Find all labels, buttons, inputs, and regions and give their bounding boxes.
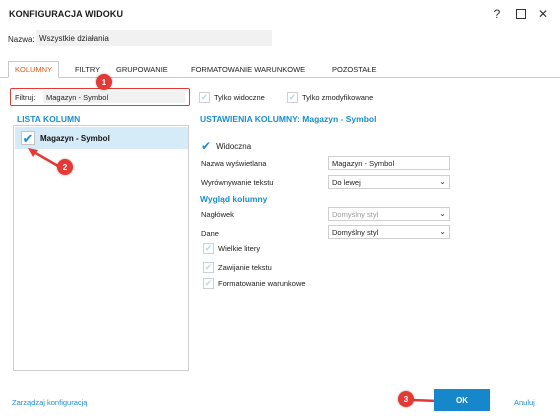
uppercase-option[interactable]: ✔ Wielkie litery (203, 243, 260, 254)
tab-grouping[interactable]: GRUPOWANIE (116, 61, 168, 78)
column-visible-checkbox[interactable]: ✔ (21, 131, 35, 145)
check-icon: ✔ (204, 262, 213, 272)
chevron-down-icon: ⌄ (439, 209, 446, 218)
column-list-title: LISTA KOLUMN (17, 114, 81, 124)
text-align-label: Wyrównywanie tekstu (201, 178, 274, 187)
only-visible-checkbox[interactable]: ✔ (199, 92, 210, 103)
check-icon: ✔ (204, 278, 213, 288)
conditional-formatting-option[interactable]: ✔ Formatowanie warunkowe (203, 278, 306, 289)
filter-label: Filtruj: (15, 93, 36, 102)
wrap-text-checkbox[interactable]: ✔ (203, 262, 214, 273)
text-align-select[interactable]: Do lewej ⌄ (328, 175, 450, 189)
cancel-link[interactable]: Anuluj (514, 398, 535, 407)
header-style-value: Domyślny styl (332, 209, 379, 219)
tab-bar: KOLUMNY FILTRY GRUPOWANIE FORMATOWANIE W… (0, 61, 560, 78)
only-modified-label: Tylko zmodyfikowane (302, 93, 374, 102)
tab-columns[interactable]: KOLUMNY (8, 61, 60, 78)
check-icon: ✔ (200, 92, 209, 102)
header-style-label: Nagłówek (201, 210, 234, 219)
uppercase-checkbox[interactable]: ✔ (203, 243, 214, 254)
data-style-select[interactable]: Domyślny styl ⌄ (328, 225, 450, 239)
uppercase-label: Wielkie litery (218, 244, 261, 253)
tab-filters[interactable]: FILTRY (75, 61, 100, 78)
tab-conditional-formatting[interactable]: FORMATOWANIE WARUNKOWE (191, 61, 305, 78)
visible-label: Widoczna (216, 141, 252, 151)
conditional-formatting-checkbox[interactable]: ✔ (203, 278, 214, 289)
display-name-label: Nazwa wyświetlana (201, 159, 267, 168)
check-icon: ✔ (288, 92, 297, 102)
visible-option[interactable]: ✔ Widoczna (201, 140, 251, 152)
list-item[interactable]: ✔ Magazyn - Symbol (15, 127, 188, 149)
name-input[interactable] (36, 30, 272, 46)
data-style-value: Domyślny styl (332, 227, 379, 237)
list-item-label: Magazyn - Symbol (40, 133, 110, 143)
header-style-select[interactable]: Domyślny styl ⌄ (328, 207, 450, 221)
only-visible-option[interactable]: ✔ Tylko widoczne (199, 92, 265, 103)
only-modified-option[interactable]: ✔ Tylko zmodyfikowane (287, 92, 373, 103)
column-list: ✔ Magazyn - Symbol (13, 125, 189, 371)
display-name-value: Magazyn - Symbol (332, 158, 395, 168)
text-align-value: Do lewej (332, 177, 361, 187)
check-icon: ✔ (22, 130, 34, 146)
help-button[interactable]: ? (488, 5, 506, 23)
chevron-down-icon: ⌄ (439, 177, 446, 186)
annotation-badge-1: 1 (96, 74, 112, 90)
wrap-text-option[interactable]: ✔ Zawijanie tekstu (203, 262, 272, 273)
check-icon: ✔ (204, 243, 213, 253)
chevron-down-icon: ⌄ (439, 227, 446, 236)
only-visible-label: Tylko widoczne (214, 93, 265, 102)
manage-configuration-link[interactable]: Zarządzaj konfiguracją (12, 398, 87, 407)
column-appearance-title: Wygląd kolumny (200, 194, 268, 204)
title-bar: KONFIGURACJA WIDOKU ? ✕ (0, 0, 560, 28)
data-style-label: Dane (201, 229, 219, 238)
ok-button[interactable]: OK (434, 389, 490, 411)
conditional-formatting-label: Formatowanie warunkowe (218, 279, 306, 288)
filter-input[interactable] (43, 91, 185, 103)
wrap-text-label: Zawijanie tekstu (218, 263, 272, 272)
annotation-badge-3: 3 (398, 391, 414, 407)
column-settings-title: USTAWIENIA KOLUMNY: Magazyn - Symbol (200, 114, 377, 124)
close-button[interactable]: ✕ (534, 5, 552, 23)
name-label: Nazwa: (8, 35, 35, 44)
maximize-icon (516, 9, 526, 19)
configuration-dialog: KONFIGURACJA WIDOKU ? ✕ Nazwa: KOLUMNY F… (0, 0, 560, 420)
tab-other[interactable]: POZOSTAŁE (332, 61, 376, 78)
only-modified-checkbox[interactable]: ✔ (287, 92, 298, 103)
filter-field: Filtruj: (10, 88, 190, 106)
annotation-badge-2: 2 (57, 159, 73, 175)
display-name-input[interactable]: Magazyn - Symbol (328, 156, 450, 170)
dialog-title: KONFIGURACJA WIDOKU (9, 9, 124, 19)
visible-check-icon[interactable]: ✔ (201, 140, 211, 152)
maximize-button[interactable] (512, 5, 530, 23)
